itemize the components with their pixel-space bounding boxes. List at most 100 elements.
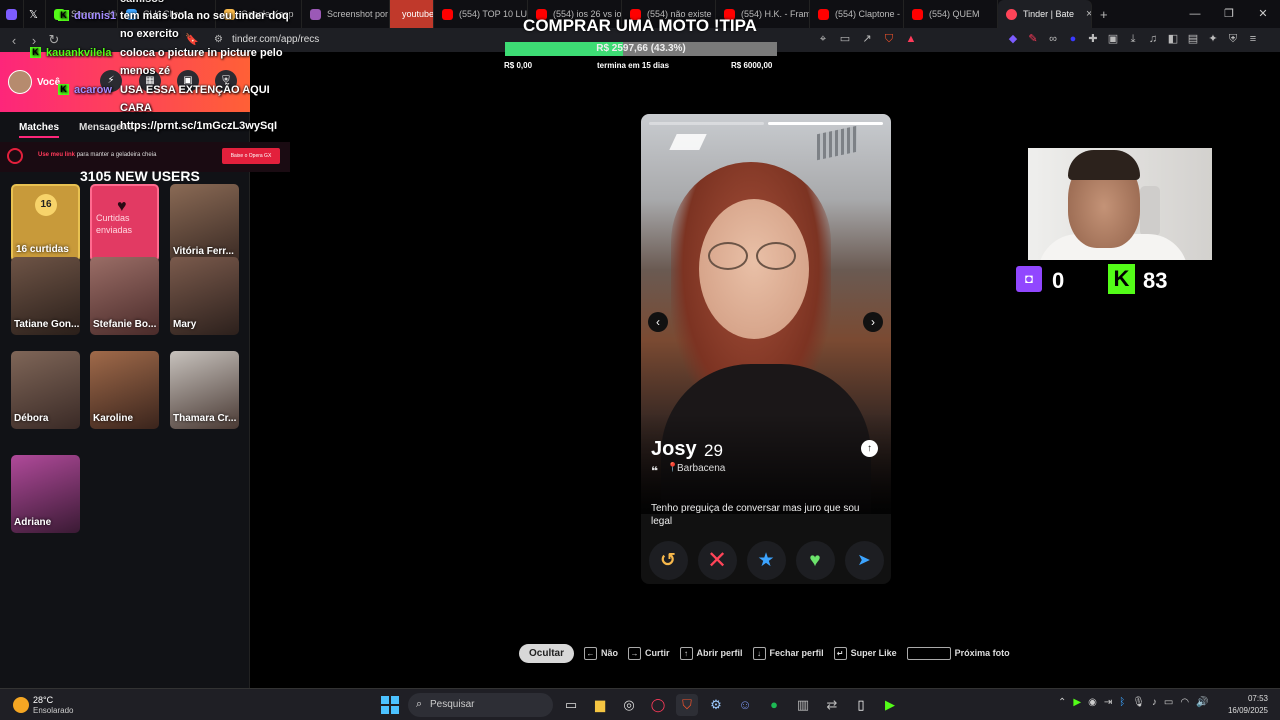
location-icon[interactable]: ⌖ [816, 32, 830, 46]
tab-screenshot[interactable]: Screenshot por L [302, 0, 390, 28]
profile-name: Josy [651, 438, 697, 460]
match-card[interactable]: Karoline [90, 351, 159, 429]
windows-start-icon[interactable] [381, 696, 399, 714]
rewards-icon[interactable]: ▲ [904, 32, 918, 46]
tab-x[interactable]: 𝕏 [24, 0, 46, 28]
like-button[interactable]: ♥ [795, 541, 835, 580]
ceiling-light [669, 134, 707, 150]
audio-app-icon[interactable]: ▥ [792, 694, 814, 716]
likes-card[interactable]: 16 16 curtidas [11, 184, 80, 262]
microphone-icon[interactable]: 🎙 [1132, 697, 1145, 708]
open-profile-icon[interactable]: ↑ [861, 440, 878, 457]
vpn-icon[interactable]: ⛨ [1226, 32, 1240, 46]
download-icon[interactable]: ⤓ [1126, 32, 1140, 46]
previous-photo-icon[interactable]: ‹ [648, 312, 668, 332]
extension-b-icon[interactable]: ✎ [1026, 32, 1040, 46]
tray-c-icon[interactable]: ⇥ [1104, 697, 1112, 708]
tab-youtube-6[interactable]: (554) QUEM [904, 0, 998, 28]
taskbar-search[interactable]: ⌕ Pesquisar [408, 693, 553, 717]
address-icons: ⌖ ▭ ↗ ⛉ ▲ [816, 32, 918, 46]
maximize-icon[interactable]: ❐ [1212, 0, 1246, 28]
bluetooth-icon[interactable]: ᛒ [1119, 697, 1125, 708]
cast-icon[interactable]: ▭ [838, 32, 852, 46]
tray-app-icon[interactable]: ▶ [1073, 697, 1081, 708]
match-name: Vitória Ferr... [173, 246, 234, 257]
tab-youtube-group[interactable]: youtube [390, 0, 434, 28]
super-like-button[interactable]: ★ [746, 541, 786, 580]
tab-tinder[interactable]: Tinder | Bate × [998, 0, 1092, 28]
avatar[interactable] [8, 70, 32, 94]
match-card[interactable]: Stefanie Bo... [90, 257, 159, 335]
menu-icon[interactable]: ≡ [1246, 32, 1260, 46]
extension-c-icon[interactable]: ∞ [1046, 32, 1060, 46]
youtube-icon [442, 8, 453, 20]
sidebar-toggle-icon[interactable]: ◧ [1166, 32, 1180, 46]
tab-matches[interactable]: Matches [19, 122, 60, 138]
close-window-icon[interactable]: ✕ [1246, 0, 1280, 28]
hint-label: Não [601, 648, 619, 658]
brave-shield-icon[interactable]: ⛉ [882, 32, 896, 46]
match-card[interactable]: Tatiane Gon... [11, 257, 80, 335]
extension-a-icon[interactable]: ◆ [1006, 32, 1020, 46]
left-arrow-key-icon: ← [584, 646, 598, 660]
my-profile-label[interactable]: Você [37, 77, 60, 88]
ad-link-text: Use meu link [38, 152, 76, 158]
sent-likes-card[interactable]: ♥ Curtidas enviadas [90, 184, 159, 262]
match-card[interactable]: Vitória Ferr... [170, 184, 239, 262]
nope-button[interactable]: ✕ [697, 541, 737, 580]
goal-deadline: termina em 15 dias [597, 61, 670, 70]
volume-icon[interactable]: ♪ [1152, 697, 1157, 708]
tab-workspaces[interactable] [0, 0, 24, 28]
spotify-icon[interactable]: ● [763, 694, 785, 716]
notepad-icon[interactable]: ▯ [850, 694, 872, 716]
match-card[interactable]: Débora [11, 351, 80, 429]
boost-button[interactable]: ➤ [844, 541, 884, 580]
steam-icon[interactable]: ⚙ [705, 694, 727, 716]
youtube-icon [912, 8, 923, 20]
wallet-icon[interactable]: ▤ [1186, 32, 1200, 46]
discord-icon[interactable]: ☺ [734, 694, 756, 716]
speaker-icon[interactable]: 🔊 [1196, 697, 1208, 708]
new-tab-button[interactable]: + [1092, 0, 1118, 28]
file-explorer-icon[interactable]: ▆ [589, 694, 611, 716]
minimize-icon[interactable]: — [1178, 0, 1212, 28]
match-card[interactable]: Thamara Cr... [170, 351, 239, 429]
back-icon[interactable]: ‹ [4, 33, 24, 48]
brave-icon[interactable]: ⛉ [676, 694, 698, 716]
tray-b-icon[interactable]: ◉ [1088, 697, 1097, 708]
extensions-puzzle-icon[interactable]: ✚ [1086, 32, 1100, 46]
weather-description[interactable]: Ensolarado [33, 706, 73, 715]
share-icon[interactable]: ↗ [860, 32, 874, 46]
match-card[interactable]: Adriane [11, 455, 80, 533]
hide-hints-button[interactable]: Ocultar [519, 643, 575, 663]
next-photo-icon[interactable]: › [863, 312, 883, 332]
extension-d-icon[interactable]: ● [1066, 32, 1080, 46]
clock-time[interactable]: 07:53 [1220, 694, 1268, 703]
media-icon[interactable]: ♫ [1146, 32, 1160, 46]
kick-app-icon[interactable]: ▶ [879, 694, 901, 716]
opera-gx-icon[interactable]: ◯ [647, 694, 669, 716]
tray-expand-icon[interactable]: ⌃ [1058, 697, 1066, 708]
likes-label: 16 curtidas [16, 244, 69, 255]
windows-taskbar: 28°C Ensolarado ⌕ Pesquisar ▭ ▆ ◎ ◯ ⛉ ⚙ … [0, 688, 1280, 720]
leo-icon[interactable]: ✦ [1206, 32, 1220, 46]
hint-label: Curtir [645, 648, 670, 658]
stream-app-icon[interactable]: ⇄ [821, 694, 843, 716]
ad-download-button[interactable]: Baixe o Opera GX [222, 148, 280, 164]
hint-super-like: ↵ Super Like [833, 646, 897, 660]
tab-youtube-5[interactable]: (554) Claptone - [810, 0, 904, 28]
match-name: Stefanie Bo... [93, 319, 157, 330]
clock-date[interactable]: 16/09/2025 [1220, 706, 1268, 715]
wifi-icon[interactable]: ◠ [1180, 697, 1189, 708]
display-icon[interactable]: ▭ [1164, 697, 1173, 708]
match-card[interactable]: Mary [170, 257, 239, 335]
weather-sun-icon[interactable] [13, 697, 29, 713]
forward-icon[interactable]: › [24, 33, 44, 48]
weather-temperature[interactable]: 28°C [33, 695, 53, 705]
chrome-icon[interactable]: ◎ [618, 694, 640, 716]
screenshot-ext-icon[interactable]: ▣ [1106, 32, 1120, 46]
task-view-icon[interactable]: ▭ [560, 694, 582, 716]
profile-card[interactable]: ‹ › Josy 29 ❝ 📍 Barbacena ↑ Tenho pregui… [641, 114, 891, 584]
rewind-button[interactable]: ↺ [648, 541, 688, 580]
space-key-icon [906, 646, 951, 660]
